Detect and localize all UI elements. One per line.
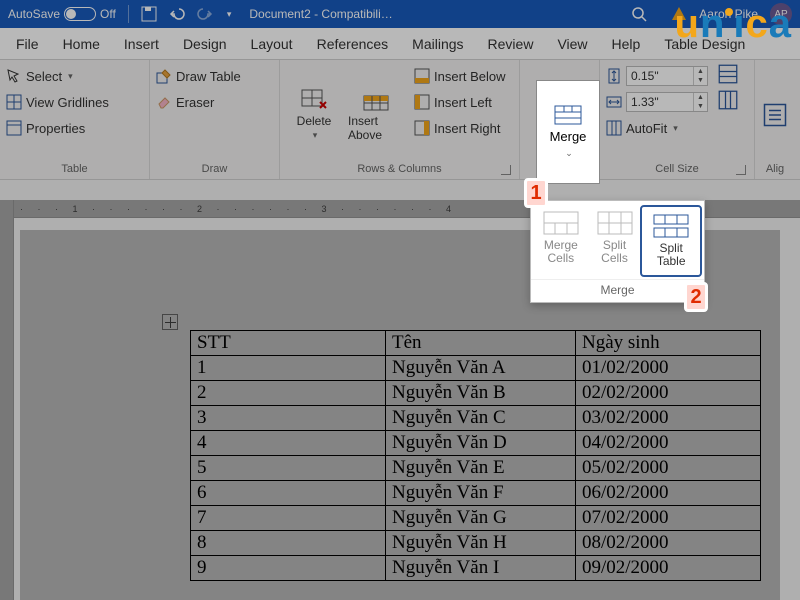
insert-left-icon — [414, 94, 430, 110]
table-row: 9Nguyễn Văn I09/02/2000 — [191, 556, 761, 581]
table-row: 8Nguyễn Văn H08/02/2000 — [191, 531, 761, 556]
row-height-input[interactable]: 0.15"▲▼ — [606, 64, 708, 88]
group-label-table: Table — [6, 161, 143, 179]
autosave-label: AutoSave — [8, 7, 60, 21]
properties-button[interactable]: Properties — [6, 116, 109, 140]
insert-below-button[interactable]: Insert Below — [414, 64, 506, 88]
table-header-row: STTTênNgày sinh — [191, 331, 761, 356]
tab-home[interactable]: Home — [53, 30, 110, 58]
merge-cells-icon — [543, 211, 579, 235]
tab-references[interactable]: References — [307, 30, 399, 58]
vertical-ruler[interactable] — [0, 200, 14, 600]
split-table-icon — [653, 214, 689, 238]
table-row: 4Nguyễn Văn D04/02/2000 — [191, 431, 761, 456]
cursor-icon — [6, 68, 22, 84]
eraser-icon — [156, 94, 172, 110]
qat-divider — [128, 5, 129, 23]
redo-icon[interactable] — [197, 6, 213, 22]
toggle-pill-icon — [64, 7, 96, 21]
align-icon[interactable] — [761, 103, 789, 127]
tab-help[interactable]: Help — [602, 30, 651, 58]
ribbon: Select▾ View Gridlines Properties Table … — [0, 60, 800, 180]
merge-menu-label: Merge — [531, 279, 704, 302]
qat-more-icon[interactable]: ▾ — [227, 9, 232, 20]
insert-below-icon — [414, 68, 430, 84]
tab-view[interactable]: View — [547, 30, 597, 58]
split-cells-icon — [597, 211, 633, 235]
save-icon[interactable] — [141, 6, 157, 22]
split-cells-option[interactable]: Split Cells — [589, 207, 641, 275]
col-width-input[interactable]: 1.33"▲▼ — [606, 90, 708, 114]
undo-icon[interactable] — [169, 6, 185, 22]
insert-above-icon — [362, 88, 390, 112]
table-row: 7Nguyễn Văn G07/02/2000 — [191, 506, 761, 531]
insert-right-icon — [414, 120, 430, 136]
document-title: Document2 - Compatibili… — [249, 7, 392, 21]
tab-file[interactable]: File — [6, 30, 49, 58]
tab-layout[interactable]: Layout — [241, 30, 303, 58]
eraser-button[interactable]: Eraser — [156, 90, 241, 114]
table-row: 3Nguyễn Văn C03/02/2000 — [191, 406, 761, 431]
group-label-rowscols: Rows & Columns — [286, 161, 513, 179]
chevron-down-icon: ⌄ — [565, 148, 573, 159]
tab-mailings[interactable]: Mailings — [402, 30, 473, 58]
properties-icon — [6, 120, 22, 136]
group-label-cellsize: Cell Size — [606, 161, 748, 179]
tab-design[interactable]: Design — [173, 30, 237, 58]
delete-table-icon — [300, 88, 328, 112]
col-width-icon — [606, 94, 622, 110]
dialog-launcher-icon[interactable] — [501, 165, 511, 175]
table-row: 1Nguyễn Văn A01/02/2000 — [191, 356, 761, 381]
split-table-option[interactable]: Split Table — [642, 207, 700, 275]
table-row: 6Nguyễn Văn F06/02/2000 — [191, 481, 761, 506]
view-gridlines-button[interactable]: View Gridlines — [6, 90, 109, 114]
autosave-toggle[interactable]: AutoSave Off — [8, 7, 116, 21]
merge-dropdown-button[interactable]: Merge ⌄ — [536, 80, 600, 184]
row-height-icon — [606, 68, 622, 84]
pencil-table-icon — [156, 68, 172, 84]
watermark: unıca — [675, 2, 793, 47]
delete-button[interactable]: Delete▾ — [286, 64, 342, 161]
distribute-rows-icon[interactable] — [718, 64, 738, 84]
autofit-icon — [606, 120, 622, 136]
insert-right-button[interactable]: Insert Right — [414, 116, 506, 140]
autofit-button[interactable]: AutoFit▾ — [606, 116, 708, 140]
dialog-launcher-icon[interactable] — [736, 165, 746, 175]
tab-review[interactable]: Review — [478, 30, 544, 58]
select-button[interactable]: Select▾ — [6, 64, 109, 88]
callout-2: 2 — [684, 282, 708, 312]
table-move-handle[interactable] — [162, 314, 178, 330]
insert-left-button[interactable]: Insert Left — [414, 90, 506, 114]
distribute-cols-icon[interactable] — [718, 90, 738, 110]
group-label-draw: Draw — [156, 161, 273, 179]
merge-menu: Merge Cells Split Cells Split Table Merg… — [530, 200, 705, 303]
merge-cells-option[interactable]: Merge Cells — [535, 207, 587, 275]
callout-1: 1 — [524, 178, 548, 208]
data-table[interactable]: STTTênNgày sinh 1Nguyễn Văn A01/02/2000 … — [190, 330, 761, 581]
table-row: 5Nguyễn Văn E05/02/2000 — [191, 456, 761, 481]
tab-insert[interactable]: Insert — [114, 30, 169, 58]
group-label-align: Alig — [761, 161, 789, 179]
autosave-state: Off — [100, 7, 116, 21]
insert-above-button[interactable]: Insert Above — [348, 64, 404, 161]
draw-table-button[interactable]: Draw Table — [156, 64, 241, 88]
merge-icon — [554, 105, 582, 125]
gridlines-icon — [6, 94, 22, 110]
search-icon[interactable] — [631, 6, 647, 22]
table-row: 2Nguyễn Văn B02/02/2000 — [191, 381, 761, 406]
